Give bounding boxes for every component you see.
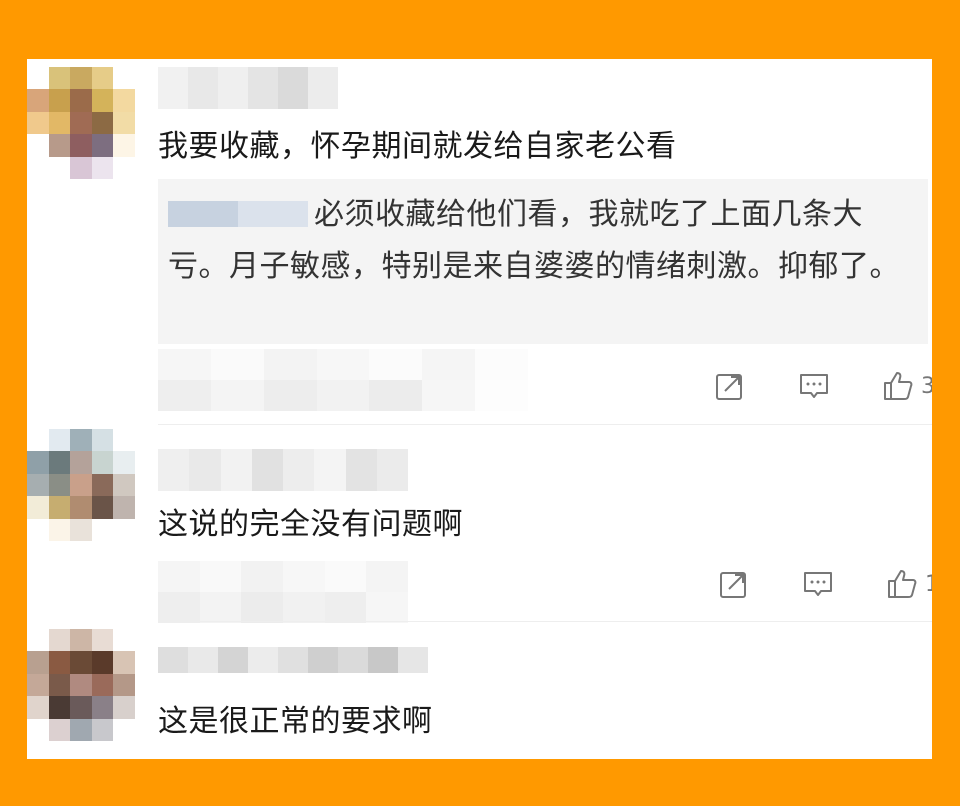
reply-box[interactable]: 必须收藏给他们看，我就吃了上面几条大亏。月子敏感，特别是来自婆婆的情绪刺激。抑郁… <box>158 179 928 344</box>
share-button[interactable] <box>717 567 751 601</box>
divider <box>158 621 932 622</box>
comment-card: 我要收藏，怀孕期间就发给自家老公看 必须收藏给他们看，我就吃了上面几条大亏。月子… <box>27 59 932 759</box>
comment-actions: 1 <box>717 567 932 601</box>
like-button[interactable]: 3 <box>881 369 932 403</box>
reply-username-blurred[interactable] <box>168 201 308 227</box>
comment-button[interactable] <box>801 567 835 601</box>
avatar[interactable] <box>27 629 135 741</box>
like-count: 3 <box>921 373 932 399</box>
comment-actions: 3 <box>713 369 932 403</box>
comment-button[interactable] <box>797 369 831 403</box>
username-blurred[interactable] <box>158 67 338 109</box>
share-button[interactable] <box>713 369 747 403</box>
like-count: 1 <box>925 572 932 597</box>
timestamp-blurred <box>158 349 528 411</box>
avatar[interactable] <box>27 67 135 179</box>
share-icon <box>716 374 742 400</box>
comment-text: 我要收藏，怀孕期间就发给自家老公看 <box>158 129 677 164</box>
timestamp-blurred <box>158 561 408 623</box>
username-blurred[interactable] <box>158 647 428 673</box>
share-icon <box>720 572 746 598</box>
like-icon <box>888 570 917 598</box>
divider <box>158 424 932 425</box>
comment-text: 这是很正常的要求啊 <box>158 704 433 739</box>
username-blurred[interactable] <box>158 449 408 491</box>
comment-icon <box>804 572 832 596</box>
avatar[interactable] <box>27 429 135 541</box>
comment-text: 这说的完全没有问题啊 <box>158 507 463 542</box>
comment-icon <box>800 374 828 398</box>
like-button[interactable]: 1 <box>885 567 932 601</box>
like-icon <box>884 372 913 400</box>
